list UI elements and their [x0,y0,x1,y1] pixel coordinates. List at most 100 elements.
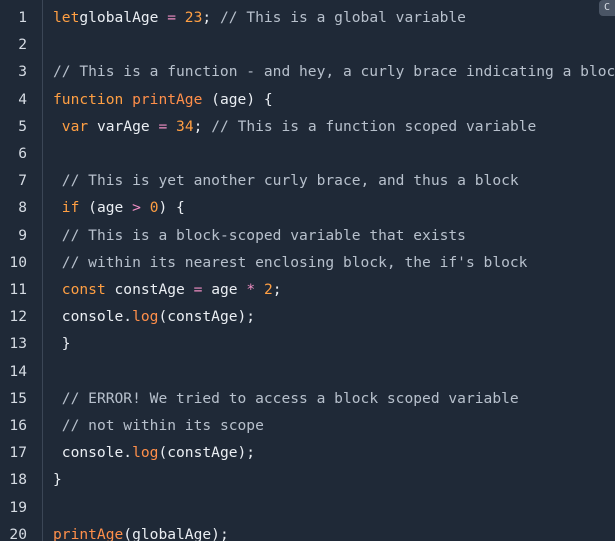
token-num: 2 [263,281,273,298]
line-number: 5 [18,117,27,135]
code-line[interactable]: 17 console.log(constAge); [0,439,615,466]
code-line[interactable]: 5 var varAge = 34; // This is a function… [0,113,615,140]
copy-button[interactable]: C [599,0,615,16]
token-op: * [246,281,256,298]
line-number: 9 [18,226,27,244]
code-text: } [53,330,71,357]
code-line[interactable]: 8 if (age > 0) { [0,194,615,221]
code-line[interactable]: 20 printAge(globalAge); [0,521,615,541]
code-editor[interactable]: 1 letglobalAge = 23; // This is a global … [0,0,615,541]
code-text: // ERROR! We tried to access a block sco… [53,385,519,412]
line-number: 18 [9,471,27,489]
token-text: ; [272,281,282,298]
code-text: console.log(constAge); [53,303,255,330]
token-text: globalAge [79,9,159,26]
token-cm: // This is a global variable [211,9,466,26]
line-number: 20 [9,525,27,541]
token-cm: // This is yet another curly brace, and … [61,172,519,190]
code-text: function printAge (age) { [53,86,273,113]
code-line[interactable]: 15 // ERROR! We tried to access a block … [0,385,615,412]
code-text: // This is a function - and hey, a curly… [53,58,615,85]
code-line[interactable]: 4 function printAge (age) { [0,86,615,113]
token-text: (age) { [202,90,273,108]
token-text: ) { [158,199,185,217]
token-text: (constAge); [158,444,256,462]
code-line[interactable]: 19 [0,494,615,521]
token-text: console. [53,444,133,462]
line-number: 8 [18,199,27,217]
code-text: // not within its scope [53,412,264,439]
code-line[interactable]: 6 [0,140,615,167]
code-text: } [53,466,62,493]
code-text: // This is yet another curly brace, and … [53,167,519,194]
code-line[interactable]: 12 console.log(constAge); [0,303,615,330]
code-line[interactable]: 9 // This is a block-scoped variable tha… [0,222,615,249]
token-num: 34 [176,117,194,135]
line-number: 3 [18,63,27,81]
code-text: // within its nearest enclosing block, t… [53,249,528,276]
line-number: 14 [9,362,27,380]
line-number: 11 [9,281,27,298]
token-text: varAge [88,117,159,135]
code-text: var varAge = 34; // This is a function s… [53,113,537,140]
token-fn: log [132,444,159,462]
token-kw: const [61,281,106,298]
token-op: = [158,9,185,26]
code-line[interactable]: 16 // not within its scope [0,412,615,439]
token-fn: printAge [132,90,203,108]
token-op: = [158,117,168,135]
line-number: 16 [9,417,27,434]
token-cm: // This is a block-scoped variable that … [61,226,466,244]
line-number: 2 [18,36,27,54]
token-kw: function [53,90,124,108]
code-text: // This is a block-scoped variable that … [53,222,466,249]
code-line[interactable]: 18} [0,466,615,493]
token-kw: var [61,117,89,135]
token-cm: // This is a function scoped variable [202,117,537,135]
token-text: age [202,281,247,298]
code-line[interactable]: 3 // This is a function - and hey, a curl… [0,58,615,85]
token-text: constAge [105,281,194,298]
token-text: ; [202,9,212,26]
token-op: > [132,199,141,217]
token-text: (globalAge); [123,525,229,541]
code-line[interactable]: 10 // within its nearest enclosing block… [0,249,615,276]
line-number: 13 [9,335,27,353]
token-cm: // ERROR! We tried to access a block sco… [61,389,519,407]
code-text: console.log(constAge); [53,439,255,466]
code-text: printAge(globalAge); [53,521,229,541]
line-number: 17 [9,444,27,462]
code-text: if (age > 0) { [53,194,185,221]
line-number: 19 [9,498,27,516]
token-text: (constAge); [158,308,256,326]
line-number: 4 [18,90,27,108]
line-number: 6 [18,145,27,162]
line-number: 7 [18,172,27,190]
code-text: const constAge = age * 2; [53,276,282,303]
token-text: } [53,471,62,489]
code-text: letglobalAge = 23; // This is a global v… [53,4,466,31]
token-fn: printAge [53,525,124,541]
token-num: 23 [184,9,203,26]
code-line[interactable]: 1 letglobalAge = 23; // This is a global … [0,4,615,31]
token-cm: // not within its scope [61,417,264,434]
token-kw: if [61,199,80,217]
token-cm: // within its nearest enclosing block, t… [61,253,528,271]
code-line[interactable]: 2 [0,31,615,58]
line-number: 1 [18,9,27,26]
code-line[interactable]: 7 // This is yet another curly brace, an… [0,167,615,194]
code-line[interactable]: 14 [0,358,615,385]
code-line[interactable]: 13 } [0,330,615,357]
code-line[interactable]: 11 const constAge = age * 2; [0,276,615,303]
